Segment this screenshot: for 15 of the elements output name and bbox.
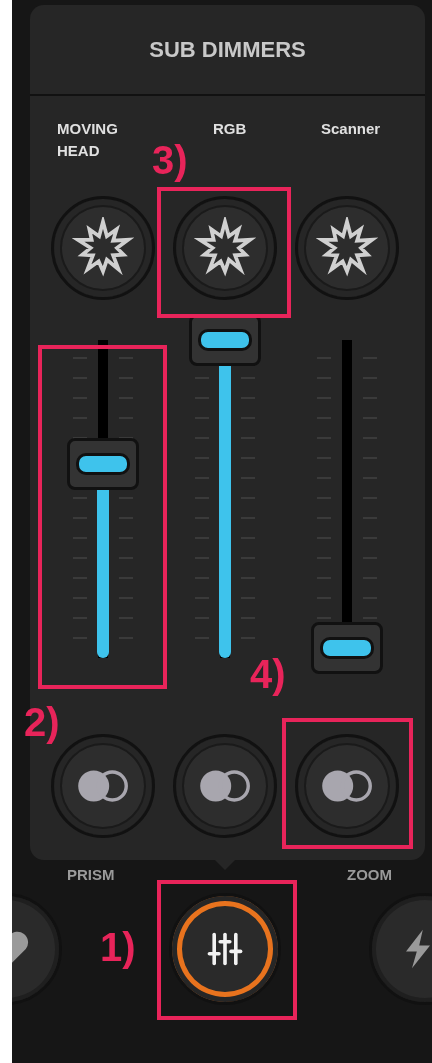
- channel-label: Scanner: [320, 119, 382, 139]
- channel-label: RGB: [212, 119, 248, 139]
- starburst-icon: [194, 217, 256, 279]
- annotation-label: 3): [152, 138, 188, 182]
- slider-thumb[interactable]: [67, 438, 139, 491]
- toggle-label: ZOOM: [347, 866, 392, 883]
- annotation-label: 2): [24, 700, 60, 744]
- channel-label: MOVING HEAD: [57, 119, 119, 161]
- toggle-label: PRISM: [67, 866, 115, 883]
- starburst-icon: [316, 217, 378, 279]
- starburst-icon: [72, 217, 134, 279]
- panel-title: SUB DIMMERS: [149, 36, 306, 63]
- annotation-label: 4): [250, 652, 286, 696]
- annotation-label: 1): [100, 925, 136, 969]
- slider-thumb[interactable]: [311, 622, 383, 675]
